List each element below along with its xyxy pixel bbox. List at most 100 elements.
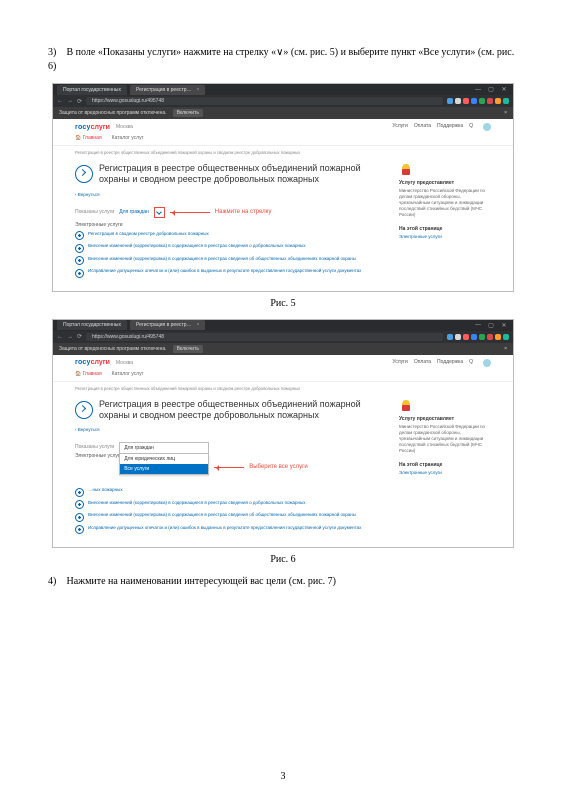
menu-payment[interactable]: Оплата bbox=[414, 359, 431, 367]
address-bar[interactable]: https://www.gosuslugi.ru/495748 bbox=[86, 97, 443, 105]
side-heading-onpage: На этой странице bbox=[399, 226, 491, 232]
ext-icon[interactable] bbox=[479, 334, 485, 340]
service-item[interactable]: Внесение изменений (корректировка) в сод… bbox=[75, 500, 385, 510]
warning-text: Защита от вредоносных программ отключена… bbox=[59, 346, 167, 352]
emblem-icon bbox=[399, 399, 413, 413]
ext-icon[interactable] bbox=[463, 98, 469, 104]
page-title: Регистрация в реестре общественных объед… bbox=[99, 163, 385, 186]
warning-close-icon[interactable]: × bbox=[504, 110, 507, 116]
browser-extensions bbox=[447, 98, 509, 104]
ext-icon[interactable] bbox=[495, 334, 501, 340]
service-item[interactable]: Внесение изменений (корректировка) в сод… bbox=[75, 512, 385, 522]
nav-forward-icon[interactable]: → bbox=[67, 334, 73, 340]
warning-enable-button[interactable]: Включить bbox=[173, 345, 203, 353]
browser-chrome: Портал государственных Регистрация в рее… bbox=[53, 84, 513, 119]
ext-icon[interactable] bbox=[455, 334, 461, 340]
menu-support[interactable]: Поддержка bbox=[437, 359, 463, 367]
service-link[interactable]: Внесение изменений (корректировка) в сод… bbox=[88, 243, 305, 253]
dropdown-arrow-highlighted[interactable] bbox=[154, 207, 165, 218]
page-title: Регистрация в реестре общественных объед… bbox=[99, 399, 385, 422]
service-item[interactable]: …ных пожарных bbox=[75, 487, 385, 497]
nav-main[interactable]: 🏠 Главная bbox=[75, 135, 102, 141]
browser-warning-bar: Защита от вредоносных программ отключена… bbox=[53, 343, 513, 355]
callout-fig6: Выберите все услуги bbox=[249, 464, 308, 470]
window-maximize-icon[interactable]: ▢ bbox=[486, 86, 496, 93]
avatar[interactable] bbox=[483, 123, 491, 131]
browser-tab-1[interactable]: Портал государственных bbox=[57, 320, 127, 330]
service-item[interactable]: Исправление допущенных опечаток и (или) … bbox=[75, 525, 385, 535]
nav-back-icon[interactable]: ← bbox=[57, 334, 63, 340]
side-heading-onpage: На этой странице bbox=[399, 462, 491, 468]
dropdown-selected[interactable]: Для граждан bbox=[119, 442, 209, 454]
city-label[interactable]: Москва bbox=[116, 360, 133, 366]
address-bar[interactable]: https://www.gosuslugi.ru/495748 bbox=[86, 333, 443, 341]
ext-icon[interactable] bbox=[495, 98, 501, 104]
dropdown-option-all[interactable]: Все услуги bbox=[120, 464, 208, 474]
ext-icon[interactable] bbox=[471, 334, 477, 340]
ext-icon[interactable] bbox=[455, 98, 461, 104]
figure-5-caption: Рис. 5 bbox=[48, 298, 518, 309]
instruction-4-number: 4) bbox=[48, 575, 64, 589]
warning-enable-button[interactable]: Включить bbox=[173, 109, 203, 117]
ext-icon[interactable] bbox=[487, 334, 493, 340]
window-maximize-icon[interactable]: ▢ bbox=[486, 322, 496, 329]
service-link[interactable]: Внесение изменений (корректировка) в сод… bbox=[88, 512, 356, 522]
ext-icon[interactable] bbox=[447, 334, 453, 340]
side-link-electronic[interactable]: Электронные услуги bbox=[399, 234, 491, 239]
nav-forward-icon[interactable]: → bbox=[67, 98, 73, 104]
service-link[interactable]: Исправление допущенных опечаток и (или) … bbox=[88, 268, 361, 278]
ext-icon[interactable] bbox=[447, 98, 453, 104]
service-icon bbox=[75, 500, 84, 509]
title-arrow-icon bbox=[75, 165, 93, 183]
menu-services[interactable]: Услуги bbox=[392, 123, 407, 131]
service-item[interactable]: Внесение изменений (корректировка) в сод… bbox=[75, 256, 385, 266]
nav-back-icon[interactable]: ← bbox=[57, 98, 63, 104]
window-minimize-icon[interactable]: — bbox=[473, 322, 483, 328]
nav-catalog[interactable]: Каталог услуг bbox=[112, 135, 144, 141]
callout-arrow bbox=[170, 212, 210, 213]
nav-reload-icon[interactable]: ⟳ bbox=[77, 98, 82, 105]
ext-icon[interactable] bbox=[479, 98, 485, 104]
service-link[interactable]: Исправление допущенных опечаток и (или) … bbox=[88, 525, 361, 535]
window-close-icon[interactable]: ✕ bbox=[499, 322, 509, 329]
nav-main[interactable]: 🏠 Главная bbox=[75, 371, 102, 377]
service-link[interactable]: Внесение изменений (корректировка) в сод… bbox=[88, 500, 305, 510]
ext-icon[interactable] bbox=[471, 98, 477, 104]
side-link-electronic[interactable]: Электронные услуги bbox=[399, 470, 491, 475]
menu-support[interactable]: Поддержка bbox=[437, 123, 463, 131]
service-link[interactable]: Внесение изменений (корректировка) в сод… bbox=[88, 256, 356, 266]
avatar[interactable] bbox=[483, 359, 491, 367]
service-link[interactable]: …ных пожарных bbox=[88, 487, 123, 497]
dropdown[interactable]: Для граждан Для юридических лиц Все услу… bbox=[119, 442, 209, 475]
service-icon bbox=[75, 231, 84, 240]
menu-payment[interactable]: Оплата bbox=[414, 123, 431, 131]
service-item[interactable]: Исправление допущенных опечаток и (или) … bbox=[75, 268, 385, 278]
ext-icon[interactable] bbox=[463, 334, 469, 340]
service-icon bbox=[75, 488, 84, 497]
ext-icon[interactable] bbox=[503, 98, 509, 104]
browser-tab-2[interactable]: Регистрация в реестр…× bbox=[130, 320, 206, 330]
city-label[interactable]: Москва bbox=[116, 124, 133, 130]
ext-icon[interactable] bbox=[487, 98, 493, 104]
browser-tab-2[interactable]: Регистрация в реестр…× bbox=[130, 85, 206, 95]
service-item[interactable]: Внесение изменений (корректировка) в сод… bbox=[75, 243, 385, 253]
back-link[interactable]: ‹ Вернуться bbox=[75, 192, 385, 197]
nav-catalog[interactable]: Каталог услуг bbox=[112, 371, 144, 377]
service-item[interactable]: Регистрация в сводном реестре добровольн… bbox=[75, 231, 385, 241]
back-link[interactable]: ‹ Вернуться bbox=[75, 427, 385, 432]
nav-reload-icon[interactable]: ⟳ bbox=[77, 333, 82, 340]
dropdown-option-legal[interactable]: Для юридических лиц bbox=[120, 454, 208, 464]
callout-arrow bbox=[214, 467, 244, 468]
service-link[interactable]: Регистрация в сводном реестре добровольн… bbox=[88, 231, 209, 241]
search-icon[interactable]: Q bbox=[469, 359, 473, 367]
window-close-icon[interactable]: ✕ bbox=[499, 86, 509, 93]
menu-services[interactable]: Услуги bbox=[392, 359, 407, 367]
window-minimize-icon[interactable]: — bbox=[473, 87, 483, 93]
browser-extensions bbox=[447, 334, 509, 340]
site-header: госуслуги Москва Услуги Оплата Поддержка… bbox=[53, 119, 513, 133]
browser-tab-1[interactable]: Портал государственных bbox=[57, 85, 127, 95]
warning-close-icon[interactable]: × bbox=[504, 346, 507, 352]
service-icon bbox=[75, 256, 84, 265]
search-icon[interactable]: Q bbox=[469, 123, 473, 131]
ext-icon[interactable] bbox=[503, 334, 509, 340]
